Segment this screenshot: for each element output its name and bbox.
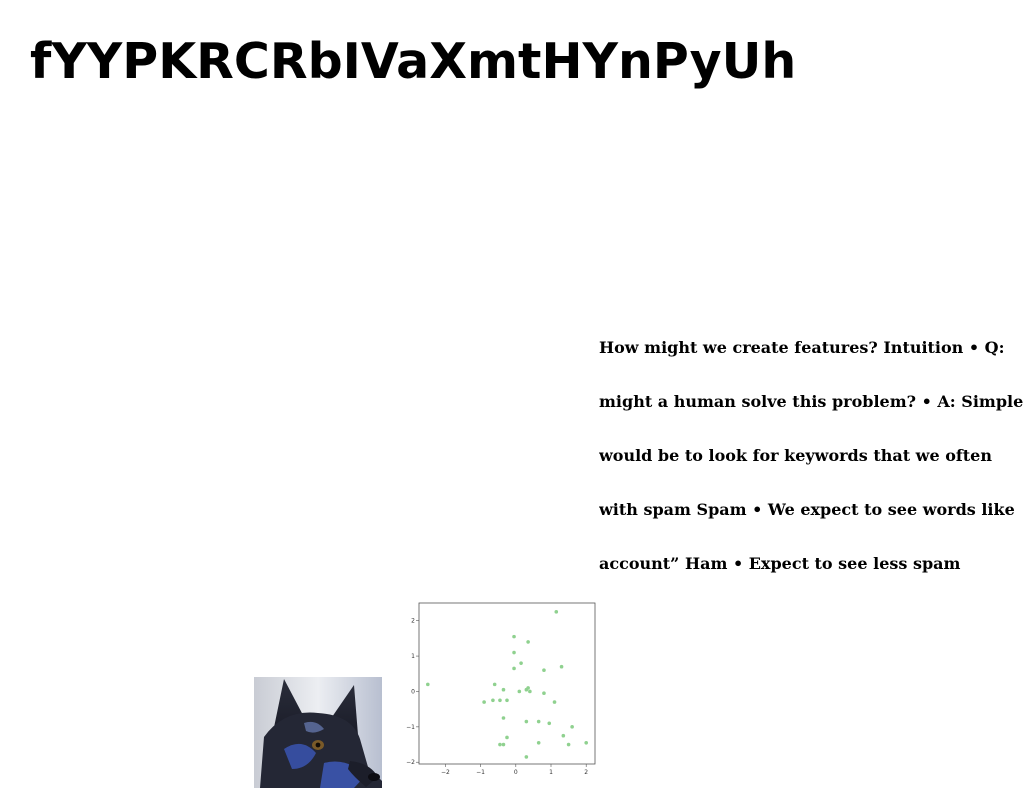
x-tick-label: 1 <box>549 769 553 776</box>
y-tick-label: −2 <box>406 759 415 766</box>
body-line: would be to look for keywords that we of… <box>599 446 992 465</box>
scatter-point <box>536 719 541 724</box>
scatter-point <box>559 664 564 669</box>
scatter-point <box>542 668 546 673</box>
scatter-point <box>505 698 509 703</box>
scatter-point <box>584 740 588 745</box>
scatter-point <box>492 682 497 687</box>
scatter-point <box>552 700 557 704</box>
scatter-point <box>554 610 559 614</box>
scatter-point <box>501 687 506 692</box>
scatter-point <box>498 698 502 703</box>
plot-frame <box>418 602 596 765</box>
y-tick-label: 2 <box>411 618 415 625</box>
scatter-point <box>561 733 566 738</box>
dog-image <box>254 677 382 788</box>
y-tick-label: −1 <box>406 724 415 731</box>
scatter-point <box>512 634 516 639</box>
scatter-point <box>482 700 486 704</box>
scatter-point <box>512 666 516 671</box>
scatter-point <box>526 640 530 644</box>
x-tick-label: −2 <box>441 769 450 776</box>
scatter-point <box>570 725 574 729</box>
scatter-point <box>536 740 541 745</box>
x-tick-label: 2 <box>584 769 588 776</box>
dog-photo <box>254 677 382 788</box>
scatter-point <box>505 735 509 740</box>
scatter-point <box>501 742 506 747</box>
scatter-point <box>528 689 532 694</box>
y-tick-label: 0 <box>411 688 415 695</box>
body-line: account” Ham • Expect to see less spam <box>599 554 961 573</box>
body-line: might a human solve this problem? • A: S… <box>599 392 1024 411</box>
page-title: fYYPKRCRbIVaXmtHYnPyUh <box>30 33 797 90</box>
scatter-point <box>547 721 552 726</box>
x-tick-label: −1 <box>476 769 485 776</box>
scatter-chart: −2 −1 0 1 2 −2 −1 0 1 2 <box>406 602 596 776</box>
y-tick-label: 1 <box>411 653 415 660</box>
body-line: with spam Spam • We expect to see words … <box>599 500 1015 519</box>
scatter-point <box>501 716 506 720</box>
body-line: How might we create features? Intuition … <box>599 338 1005 357</box>
scatter-point <box>517 689 522 694</box>
scatter-point <box>524 719 529 724</box>
body-text: How might we create features? Intuition … <box>599 303 1024 591</box>
scatter-point <box>512 650 516 655</box>
scatter-point <box>498 742 502 747</box>
scatter-point <box>526 686 530 690</box>
scatter-point <box>566 742 571 747</box>
scatter-point <box>426 682 430 687</box>
scatter-point <box>491 698 495 703</box>
x-tick-label: 0 <box>514 769 518 776</box>
scatter-point <box>524 755 529 759</box>
scatter-point <box>519 661 523 665</box>
scatter-point <box>542 691 546 696</box>
